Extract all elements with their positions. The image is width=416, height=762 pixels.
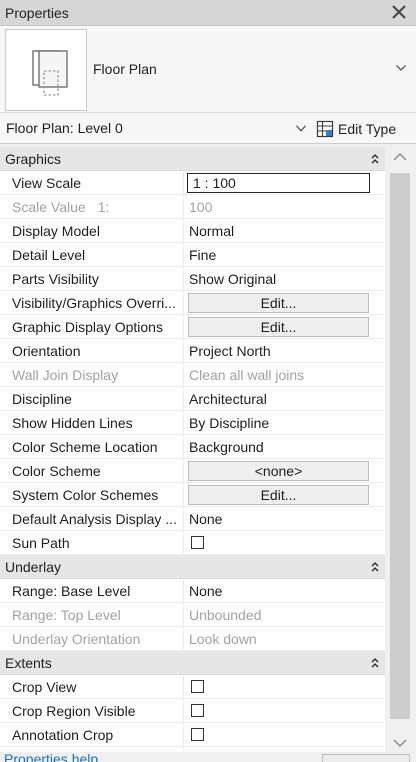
property-row-detail-level[interactable]: Detail Level Fine xyxy=(0,243,385,267)
graphic-display-edit-button[interactable]: Edit... xyxy=(188,317,369,337)
property-label: Wall Join Display xyxy=(0,363,184,387)
property-row-wall-join: Wall Join Display Clean all wall joins xyxy=(0,363,385,387)
property-grid: Graphics View Scale 1 : 100 Scale Value 1… xyxy=(0,147,385,752)
property-label: Annotation Crop xyxy=(0,723,184,747)
close-icon[interactable] xyxy=(390,3,408,21)
property-label: Parts Visibility xyxy=(0,267,184,291)
crop-view-checkbox[interactable] xyxy=(191,680,204,693)
apply-button[interactable] xyxy=(322,754,410,762)
annotation-crop-checkbox[interactable] xyxy=(191,728,204,741)
property-value[interactable]: Architectural xyxy=(189,387,267,411)
property-row-default-analysis[interactable]: Default Analysis Display ... None xyxy=(0,507,385,531)
property-label: Crop Region Visible xyxy=(0,699,184,723)
property-label: Visibility/Graphics Overri... xyxy=(0,291,184,315)
property-label: Show Hidden Lines xyxy=(0,411,184,435)
property-row-crop-region-visible[interactable]: Crop Region Visible xyxy=(0,699,385,723)
property-label: Crop View xyxy=(0,675,184,699)
property-label: Display Model xyxy=(0,219,184,243)
property-label: View Scale xyxy=(0,171,184,195)
property-value[interactable]: Project North xyxy=(189,339,271,363)
floor-plan-type-icon xyxy=(32,50,68,96)
property-label: Orientation xyxy=(0,339,184,363)
property-label: Graphic Display Options xyxy=(0,315,184,339)
scroll-up-icon[interactable] xyxy=(393,153,407,161)
sun-path-checkbox[interactable] xyxy=(191,536,204,549)
scrollbar-thumb[interactable] xyxy=(390,173,410,719)
group-graphics[interactable]: Graphics xyxy=(0,147,385,171)
property-row-system-color-schemes[interactable]: System Color Schemes Edit... xyxy=(0,483,385,507)
edit-type-label: Edit Type xyxy=(338,121,397,137)
chevron-down-icon[interactable] xyxy=(296,125,306,132)
property-value[interactable]: None xyxy=(189,507,222,531)
crop-region-visible-checkbox[interactable] xyxy=(191,704,204,717)
property-row-underlay-orientation: Underlay Orientation Look down xyxy=(0,627,385,651)
system-color-schemes-edit-button[interactable]: Edit... xyxy=(188,485,369,505)
type-thumbnail xyxy=(5,29,87,111)
instance-selector[interactable]: Floor Plan: Level 0 xyxy=(6,120,123,136)
type-selector[interactable]: Floor Plan xyxy=(0,26,416,113)
property-row-vg-overrides[interactable]: Visibility/Graphics Overri... Edit... xyxy=(0,291,385,315)
property-value[interactable]: Normal xyxy=(189,219,234,243)
property-row-color-scheme[interactable]: Color Scheme <none> xyxy=(0,459,385,483)
properties-title-bar: Properties xyxy=(0,0,416,26)
type-name: Floor Plan xyxy=(93,61,157,77)
property-label: Underlay Orientation xyxy=(0,627,184,651)
property-row-top-level: Range: Top Level Unbounded xyxy=(0,603,385,627)
property-row-hidden-lines[interactable]: Show Hidden Lines By Discipline xyxy=(0,411,385,435)
vertical-scrollbar[interactable] xyxy=(385,147,416,752)
property-value[interactable]: Fine xyxy=(189,243,216,267)
property-row-scale-value: Scale Value 1: 100 xyxy=(0,195,385,219)
color-scheme-button[interactable]: <none> xyxy=(188,461,369,481)
collapse-group-icon[interactable] xyxy=(371,562,379,572)
scroll-down-icon[interactable] xyxy=(393,739,407,747)
group-label: Underlay xyxy=(5,559,62,575)
property-row-color-scheme-location[interactable]: Color Scheme Location Background xyxy=(0,435,385,459)
property-value: 100 xyxy=(189,199,213,215)
property-value[interactable]: By Discipline xyxy=(189,411,269,435)
property-row-base-level[interactable]: Range: Base Level None xyxy=(0,579,385,603)
property-row-crop-view[interactable]: Crop View xyxy=(0,675,385,699)
property-value: Unbounded xyxy=(189,607,262,623)
edit-type-button[interactable]: Edit Type xyxy=(316,118,396,140)
property-label: Range: Top Level xyxy=(0,603,184,627)
property-value: Clean all wall joins xyxy=(189,367,305,383)
properties-footer: Properties help xyxy=(0,752,416,762)
property-label-suffix: 1: xyxy=(97,199,110,215)
property-row-view-scale[interactable]: View Scale 1 : 100 xyxy=(0,171,385,195)
panel-title: Properties xyxy=(5,5,69,21)
property-label: Sun Path xyxy=(0,531,184,555)
property-label: Color Scheme xyxy=(0,459,184,483)
property-row-discipline[interactable]: Discipline Architectural xyxy=(0,387,385,411)
property-label: Discipline xyxy=(0,387,184,411)
property-value: Look down xyxy=(189,631,257,647)
property-label-text: Scale Value xyxy=(12,199,86,215)
property-label: Range: Base Level xyxy=(0,579,184,603)
group-label: Extents xyxy=(5,655,52,671)
group-extents[interactable]: Extents xyxy=(0,651,385,675)
property-label: Scale Value 1: xyxy=(0,195,184,219)
vg-overrides-edit-button[interactable]: Edit... xyxy=(188,293,369,313)
property-row-sun-path[interactable]: Sun Path xyxy=(0,531,385,555)
chevron-down-icon[interactable] xyxy=(396,65,406,71)
property-value[interactable]: Background xyxy=(189,435,264,459)
property-row-annotation-crop[interactable]: Annotation Crop xyxy=(0,723,385,747)
properties-help-link[interactable]: Properties help xyxy=(4,752,98,762)
property-row-parts-visibility[interactable]: Parts Visibility Show Original xyxy=(0,267,385,291)
property-value[interactable]: None xyxy=(189,579,222,603)
property-row-graphic-display[interactable]: Graphic Display Options Edit... xyxy=(0,315,385,339)
property-label: System Color Schemes xyxy=(0,483,184,507)
view-scale-input[interactable]: 1 : 100 xyxy=(187,173,370,193)
group-label: Graphics xyxy=(5,151,62,167)
collapse-group-icon[interactable] xyxy=(371,154,379,164)
property-label: Color Scheme Location xyxy=(0,435,184,459)
edit-type-icon xyxy=(316,120,334,138)
collapse-group-icon[interactable] xyxy=(371,658,379,668)
property-value[interactable]: Show Original xyxy=(189,267,276,291)
property-label: Detail Level xyxy=(0,243,184,267)
group-underlay[interactable]: Underlay xyxy=(0,555,385,579)
property-row-display-model[interactable]: Display Model Normal xyxy=(0,219,385,243)
property-label: Default Analysis Display ... xyxy=(0,507,184,531)
instance-filter-bar[interactable]: Floor Plan: Level 0 Edit Type xyxy=(0,114,416,144)
property-row-orientation[interactable]: Orientation Project North xyxy=(0,339,385,363)
